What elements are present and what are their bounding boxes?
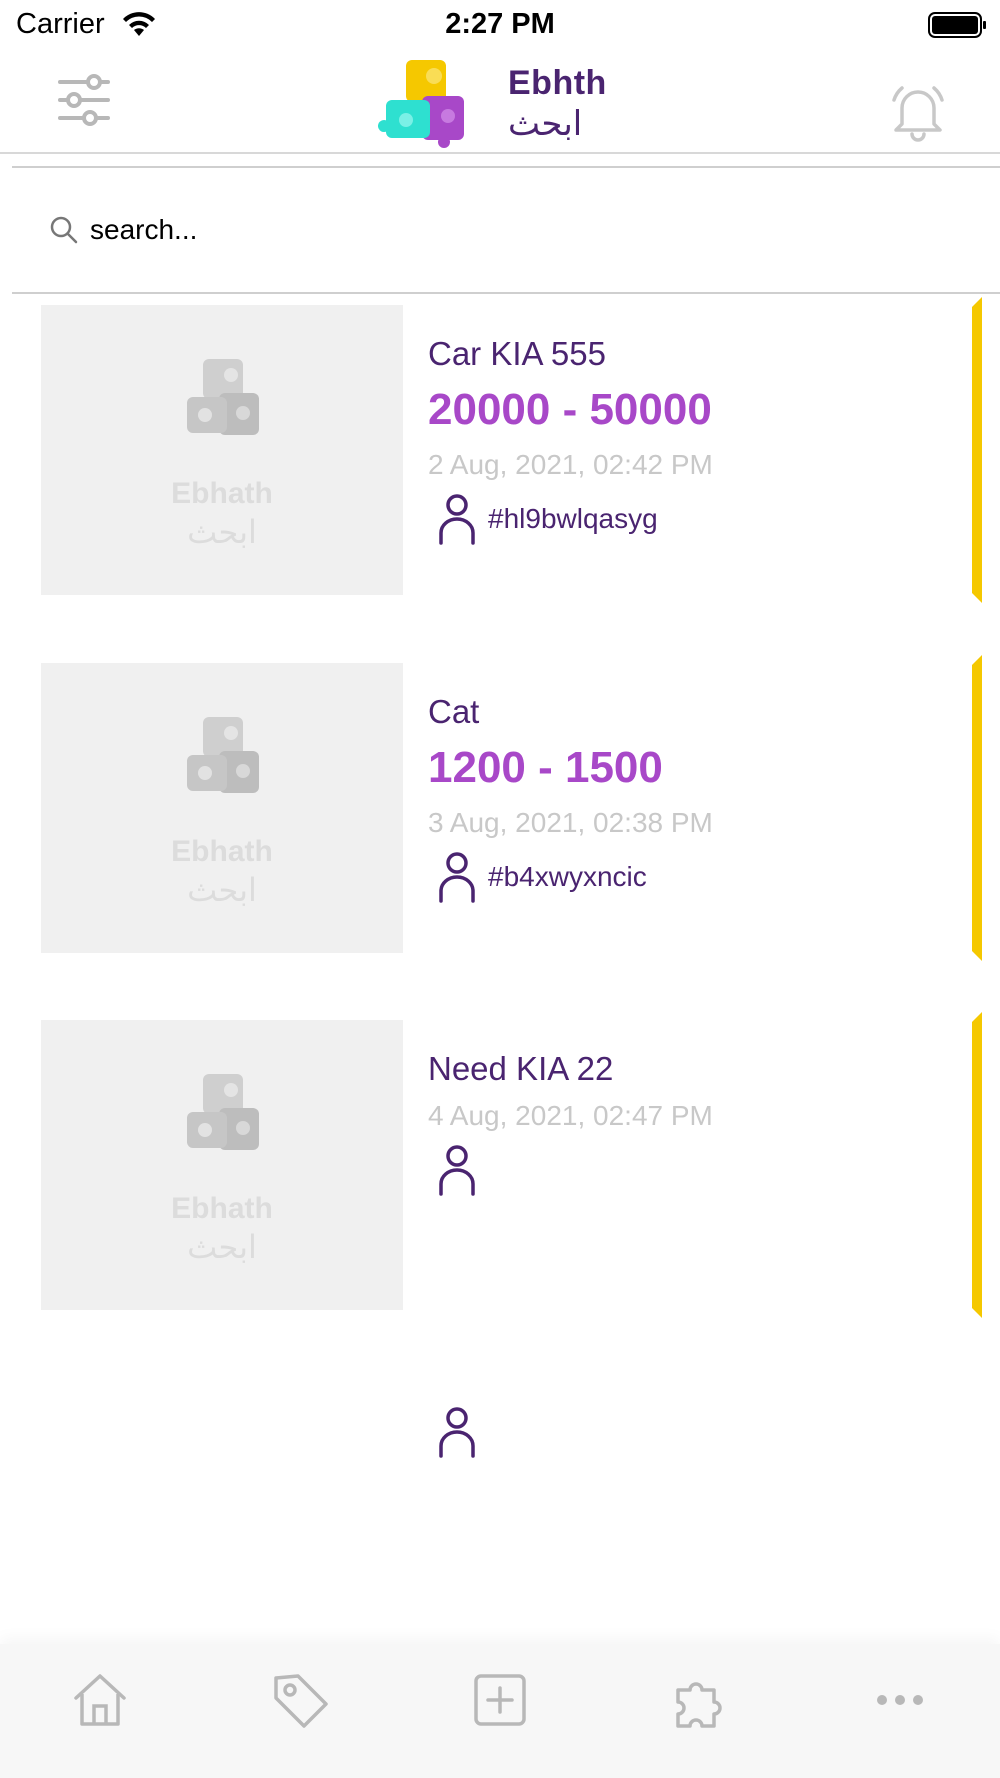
bottom-tab-bar — [0, 1644, 1000, 1778]
more-icon — [877, 1695, 923, 1705]
search-bar — [12, 168, 1000, 294]
tab-add[interactable] — [460, 1666, 540, 1736]
placeholder-name-ar: ابحث — [187, 1228, 257, 1266]
user-icon — [439, 852, 475, 903]
card-accent-bar — [972, 655, 982, 961]
listing-title: Car KIA 555 — [428, 335, 606, 372]
user-icon — [439, 494, 475, 545]
listing-thumbnail: Ebhath ابحث — [41, 663, 403, 953]
listing-user-id: #b4xwyxncic — [488, 861, 647, 892]
card-accent-bar — [972, 1012, 982, 1318]
listing-card[interactable]: Ebhath ابحث Need KIA 22 4 Aug, 2021, 02:… — [0, 1012, 1000, 1330]
tab-home[interactable] — [60, 1666, 140, 1736]
placeholder-logo-icon — [187, 717, 259, 793]
placeholder-name-ar: ابحث — [187, 513, 257, 551]
tab-puzzle[interactable] — [660, 1666, 740, 1736]
app-name-ar: ابحث — [508, 104, 583, 144]
app-header: Ebhth ابحث — [0, 52, 1000, 154]
listing-price: 20000 - 50000 — [428, 385, 712, 434]
add-square-icon — [474, 1674, 526, 1726]
listing-card[interactable]: Ebhath ابحث Cat 1200 - 1500 3 Aug, 2021,… — [0, 655, 1000, 973]
filter-icon[interactable] — [56, 72, 112, 128]
app-name-en: Ebhth — [508, 64, 607, 102]
user-icon — [439, 1407, 475, 1458]
placeholder-logo-icon — [187, 359, 259, 435]
puzzle-icon — [676, 1682, 722, 1728]
listing-date: 2 Aug, 2021, 02:42 PM — [428, 449, 713, 480]
card-accent-bar — [972, 297, 982, 603]
listing-price: 1200 - 1500 — [428, 743, 663, 792]
listing-user-id: #hl9bwlqasyg — [488, 503, 658, 534]
listing-thumbnail: Ebhath ابحث — [41, 1020, 403, 1310]
search-input[interactable] — [90, 208, 970, 252]
placeholder-name-en: Ebhath — [171, 477, 273, 510]
placeholder-name-en: Ebhath — [171, 1192, 273, 1225]
listing-date: 3 Aug, 2021, 02:38 PM — [428, 807, 713, 838]
notification-bell-icon[interactable] — [888, 80, 948, 144]
placeholder-name-ar: ابحث — [187, 871, 257, 909]
placeholder-logo-icon — [187, 1074, 259, 1150]
puzzle-logo-icon — [378, 60, 464, 148]
user-icon — [439, 1145, 475, 1196]
listing-date: 4 Aug, 2021, 02:47 PM — [428, 1100, 713, 1131]
home-icon — [74, 1674, 126, 1726]
listing-thumbnail: Ebhath ابحث — [41, 305, 403, 595]
listing-title: Need KIA 22 — [428, 1050, 614, 1087]
app-logo: Ebhth ابحث — [378, 52, 618, 152]
clock: 2:27 PM — [445, 8, 555, 40]
search-icon — [50, 216, 78, 244]
listing-card-partial — [0, 1400, 1000, 1480]
status-bar: Carrier 2:27 PM — [0, 0, 1000, 52]
placeholder-name-en: Ebhath — [171, 835, 273, 868]
listing-card[interactable]: Ebhath ابحث Car KIA 555 20000 - 50000 2 … — [0, 297, 1000, 615]
tab-offers[interactable] — [260, 1666, 340, 1736]
tag-icon — [274, 1674, 328, 1728]
battery-icon — [928, 12, 986, 38]
tab-more[interactable] — [860, 1666, 940, 1736]
listing-title: Cat — [428, 693, 480, 730]
